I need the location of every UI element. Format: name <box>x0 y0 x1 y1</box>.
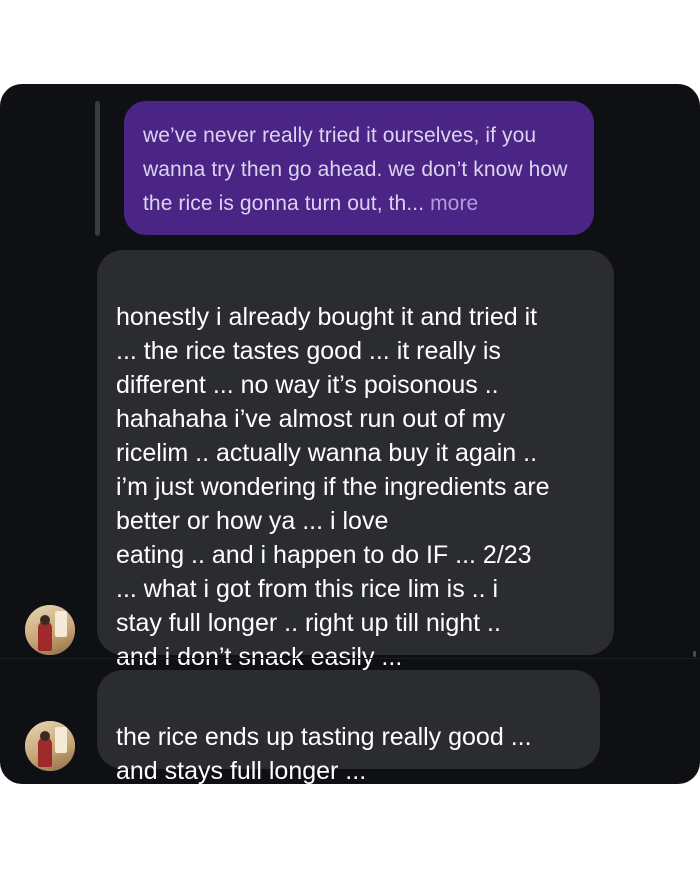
avatar[interactable] <box>25 721 75 771</box>
message-group-divider <box>0 658 700 659</box>
avatar[interactable] <box>25 605 75 655</box>
message-bubble[interactable]: the rice ends up tasting really good ...… <box>97 670 600 784</box>
chat-thread: we’ve never really tried it ourselves, i… <box>0 84 700 784</box>
message-text: the rice ends up tasting really good ...… <box>116 723 532 784</box>
quoted-message-text: we’ve never really tried it ourselves, i… <box>143 124 568 215</box>
message-bubble[interactable]: honestly i already bought it and tried i… <box>97 250 614 671</box>
more-link[interactable]: more <box>430 192 478 215</box>
reply-quote-bar <box>95 101 100 236</box>
quoted-message-bubble[interactable]: we’ve never really tried it ourselves, i… <box>124 101 594 235</box>
message-text: honestly i already bought it and tried i… <box>116 303 550 671</box>
scrollbar-thumb[interactable] <box>693 651 696 657</box>
